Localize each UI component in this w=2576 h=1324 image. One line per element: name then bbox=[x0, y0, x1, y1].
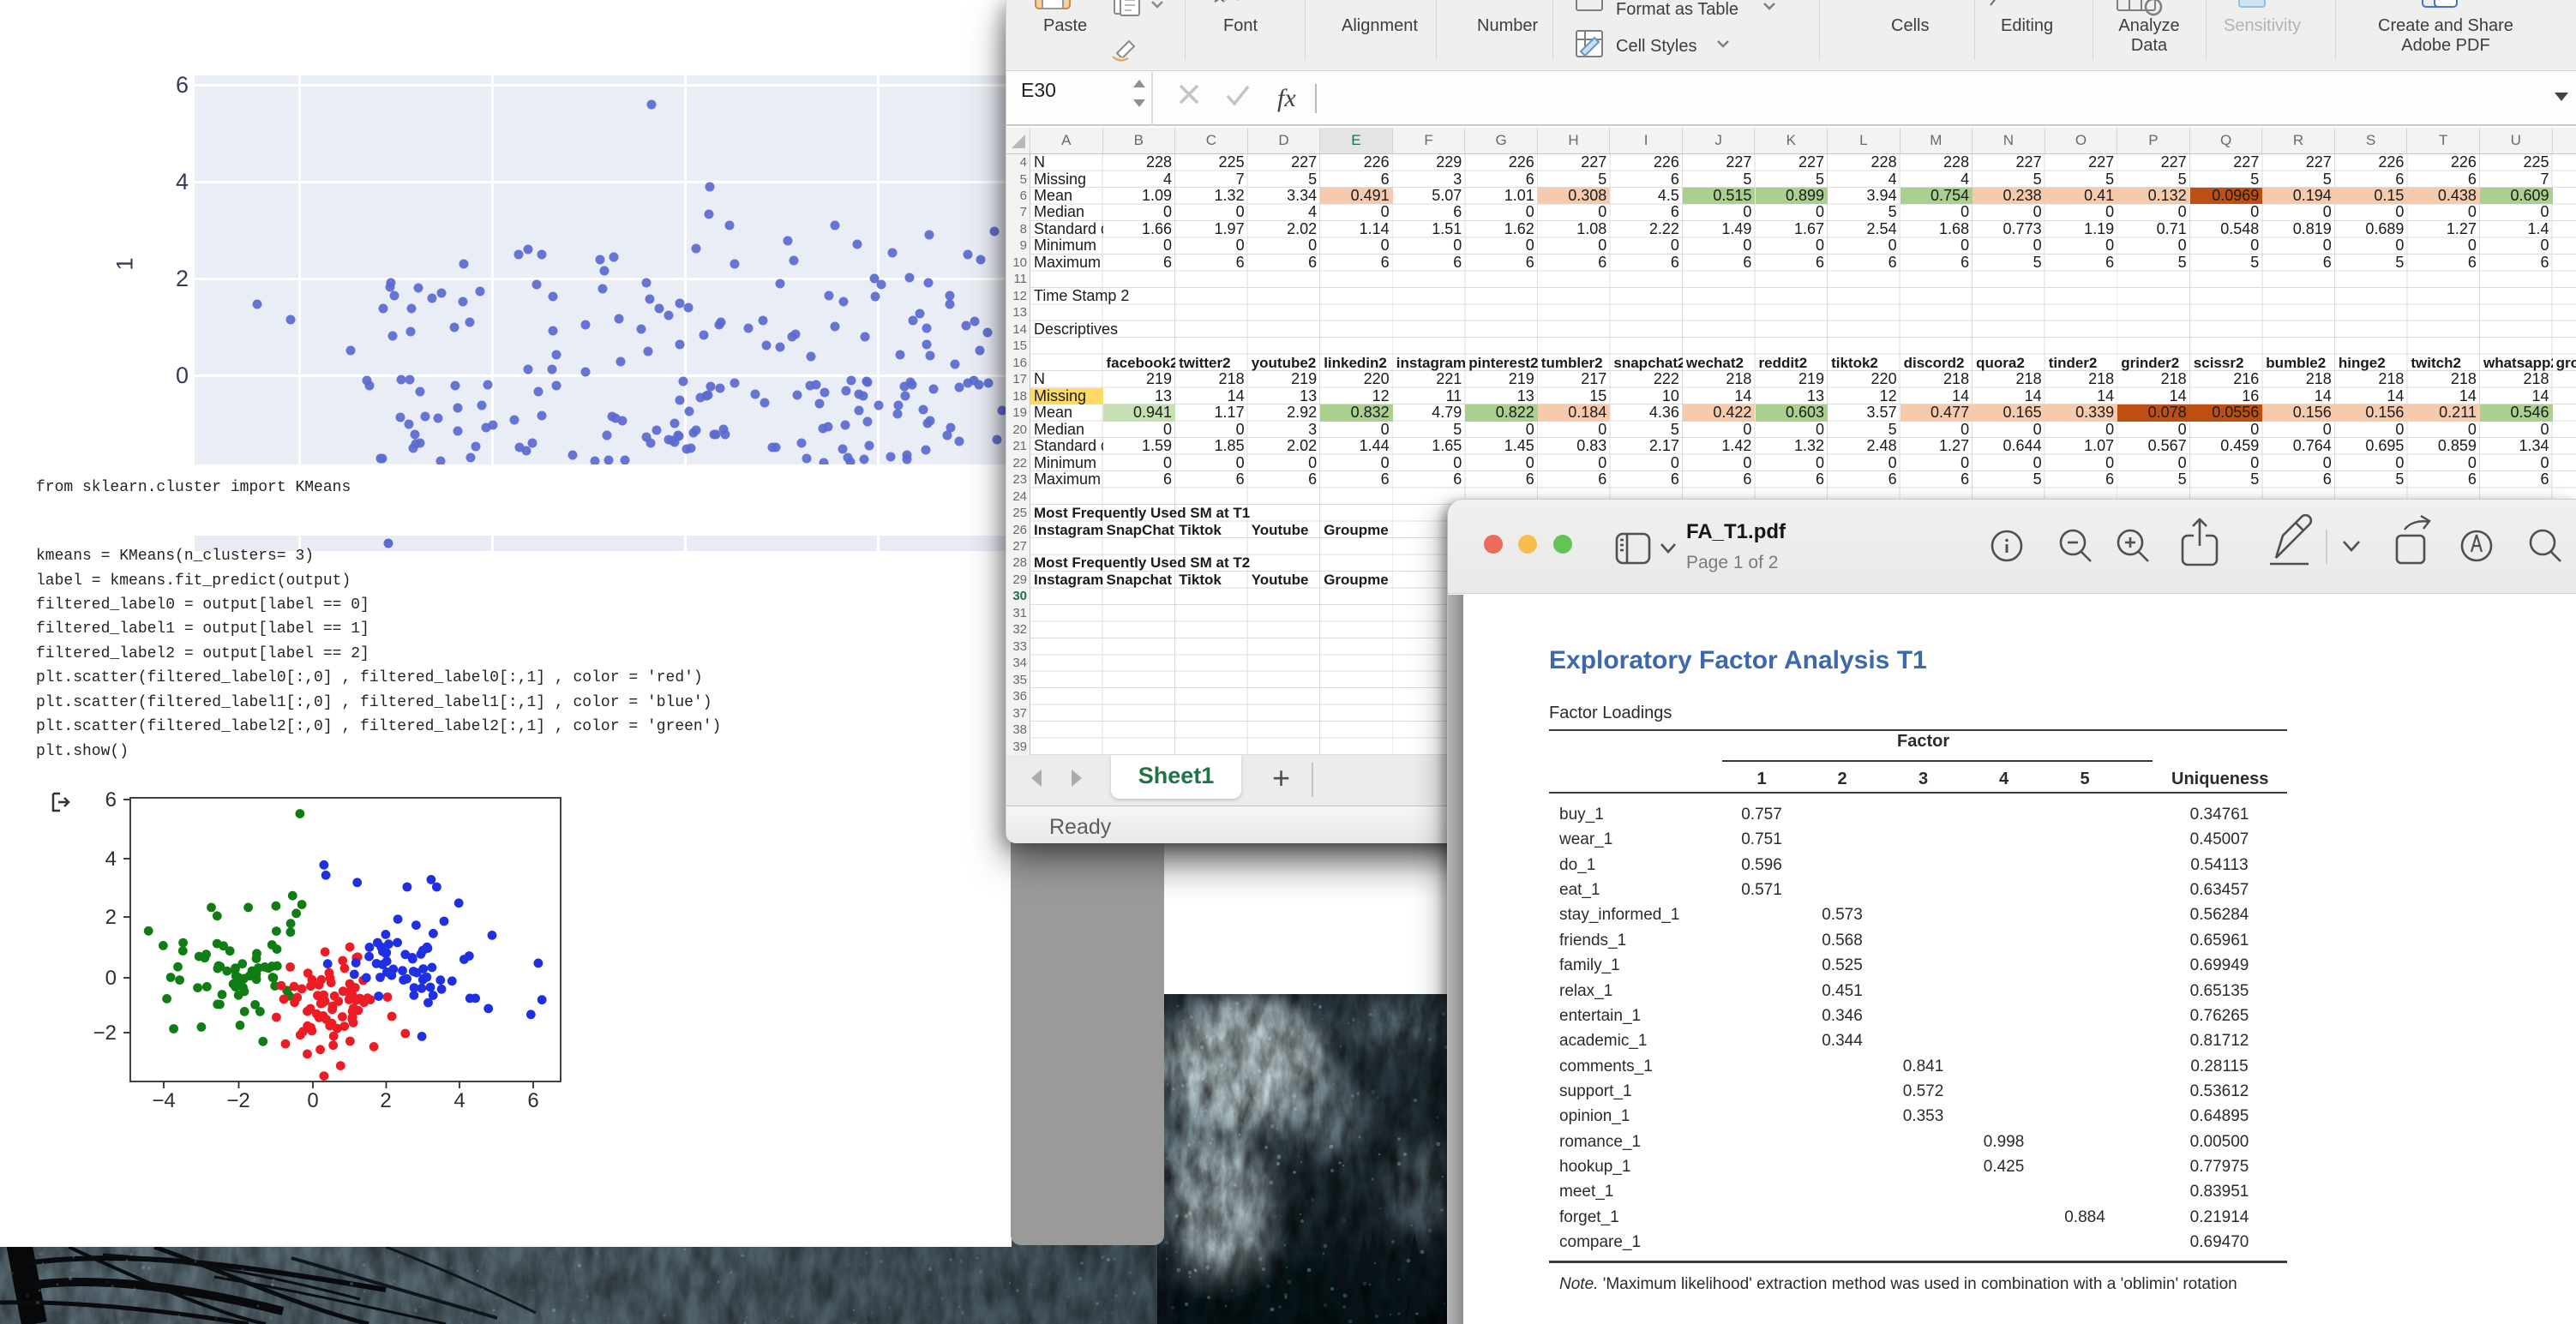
svg-text:−2: −2 bbox=[93, 1021, 117, 1045]
svg-text:2: 2 bbox=[105, 906, 117, 929]
svg-text:0: 0 bbox=[105, 967, 117, 990]
svg-text:0: 0 bbox=[307, 1089, 318, 1112]
svg-text:2: 2 bbox=[380, 1089, 391, 1112]
svg-text:6: 6 bbox=[527, 1089, 538, 1112]
svg-text:4: 4 bbox=[105, 848, 117, 871]
svg-text:fx: fx bbox=[1277, 84, 1296, 112]
svg-text:6: 6 bbox=[105, 788, 117, 812]
svg-text:4: 4 bbox=[453, 1089, 465, 1112]
svg-text:−4: −4 bbox=[152, 1089, 175, 1112]
svg-text:−2: −2 bbox=[226, 1089, 249, 1112]
